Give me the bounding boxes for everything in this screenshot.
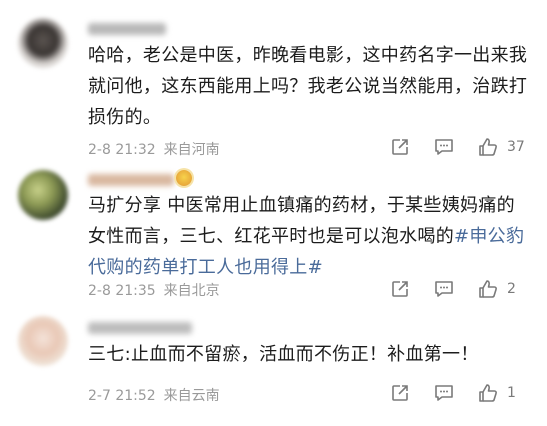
comment-time: 2-8 21:32	[88, 142, 156, 158]
username-blurred[interactable]	[88, 23, 166, 35]
comment-item-2: 马扩分享 中医常用止血镇痛的药材，于某些姨妈痛的女性而言，三七、红花平时也是可以…	[0, 162, 547, 308]
comment-meta: 2-7 21:52 来自云南	[88, 385, 220, 405]
like-count: 1	[507, 385, 516, 401]
comment-meta: 2-8 21:35 来自北京	[88, 280, 220, 300]
share-icon[interactable]	[387, 276, 413, 302]
share-icon[interactable]	[387, 134, 413, 160]
comment-icon[interactable]	[431, 380, 457, 406]
like-count: 2	[507, 281, 516, 297]
comment-actions: 37	[387, 134, 525, 160]
comment-icon[interactable]	[431, 276, 457, 302]
comment-meta: 2-8 21:32 来自河南	[88, 139, 220, 159]
share-icon[interactable]	[387, 380, 413, 406]
like-count: 37	[507, 139, 525, 155]
comment-text: 马扩分享 中医常用止血镇痛的药材，于某些姨妈痛的女性而言，三七、红花平时也是可以…	[88, 195, 525, 278]
comment-actions: 1	[387, 380, 525, 406]
comment-location: 来自云南	[163, 388, 220, 404]
username-blurred[interactable]	[88, 174, 174, 186]
comment-actions: 2	[387, 276, 525, 302]
comment-item-3: 三七:止血而不留瘀，活血而不伤正！补血第一！ 2-7 21:52 来自云南 1	[0, 308, 547, 426]
comment-location: 来自北京	[163, 283, 220, 299]
comment-time: 2-8 21:35	[88, 283, 156, 299]
comment-location: 来自河南	[163, 142, 220, 158]
avatar[interactable]	[18, 18, 68, 68]
thumbs-up-icon[interactable]	[475, 276, 501, 302]
avatar[interactable]	[18, 170, 68, 220]
comment-text: 哈哈，老公是中医，昨晚看电影，这中药名字一出来我就问他，这东西能用上吗？我老公说…	[88, 45, 528, 128]
thumbs-up-icon[interactable]	[475, 380, 501, 406]
username-blurred[interactable]	[88, 322, 192, 334]
avatar[interactable]	[18, 316, 68, 366]
comment-text: 三七:止血而不留瘀，活血而不伤正！补血第一！	[88, 344, 479, 365]
medal-badge-icon	[176, 170, 192, 186]
comment-icon[interactable]	[431, 134, 457, 160]
thumbs-up-icon[interactable]	[475, 134, 501, 160]
comment-item-1: 哈哈，老公是中医，昨晚看电影，这中药名字一出来我就问他，这东西能用上吗？我老公说…	[0, 0, 547, 162]
comment-time: 2-7 21:52	[88, 388, 156, 404]
